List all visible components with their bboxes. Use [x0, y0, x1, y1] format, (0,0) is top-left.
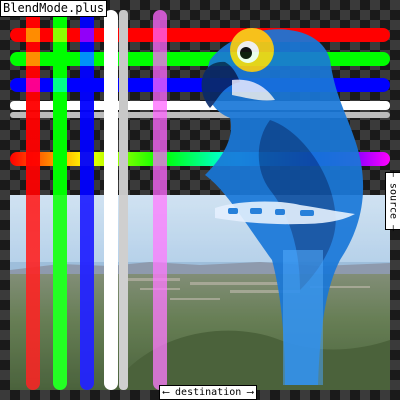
parrot-tail — [283, 250, 323, 385]
source-label-text: — source — — [387, 170, 399, 232]
source-axis-label: — source — — [385, 170, 400, 232]
parrot-eye — [240, 47, 252, 59]
destination-axis-label: ⟵ destination ⟶ — [159, 385, 258, 400]
blend-scene — [10, 10, 390, 390]
blend-canvas: BlendMode.plus — source — ⟵ destination … — [0, 0, 400, 400]
page-title: BlendMode.plus — [0, 0, 108, 17]
